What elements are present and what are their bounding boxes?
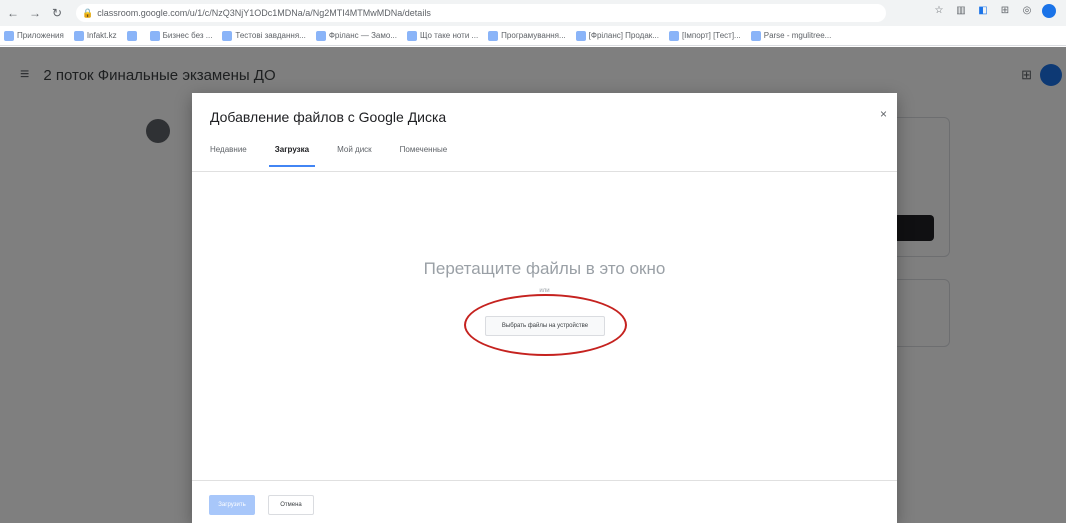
cancel-button[interactable]: Отмена bbox=[268, 495, 314, 515]
bookmark-icon bbox=[575, 30, 586, 41]
extension-icon[interactable]: ◎ bbox=[1020, 4, 1034, 18]
bookmark-item[interactable]: Приложения bbox=[4, 30, 64, 41]
address-bar[interactable]: 🔒 classroom.google.com/u/1/c/NzQ3NjY1ODc… bbox=[76, 4, 886, 22]
picker-tabs: Недавние Загрузка Мой диск Помеченные bbox=[210, 141, 447, 171]
lock-icon: 🔒 bbox=[82, 7, 94, 18]
browser-toolbar: ← → ↻ 🔒 classroom.google.com/u/1/c/NzQ3N… bbox=[0, 0, 1066, 26]
extension-icon[interactable]: ▥ bbox=[954, 4, 968, 18]
bookmark-item[interactable]: Бизнес без ... bbox=[149, 30, 213, 41]
tab-3[interactable]: Мой диск bbox=[337, 141, 372, 171]
reload-icon[interactable]: ↻ bbox=[48, 4, 66, 22]
globe-icon bbox=[126, 30, 137, 41]
github-icon bbox=[750, 30, 761, 41]
apps-icon bbox=[4, 30, 14, 41]
extension-icons: ☆ ▥ ◧ ⊞ ◎ bbox=[932, 4, 1056, 18]
back-icon[interactable]: ← bbox=[4, 4, 22, 22]
drive-picker-dialog: Добавление файлов с Google Диска × Недав… bbox=[192, 93, 897, 523]
bookmark-item[interactable]: Тестові завдання... bbox=[222, 30, 306, 41]
close-icon[interactable]: × bbox=[880, 107, 887, 121]
url-text: classroom.google.com/u/1/c/NzQ3NjY1ODc1M… bbox=[97, 8, 431, 18]
bookmark-icon bbox=[488, 30, 499, 41]
bookmark-icon bbox=[149, 30, 160, 41]
tab-1[interactable]: Недавние bbox=[210, 141, 247, 171]
extension-icon[interactable]: ◧ bbox=[976, 4, 990, 18]
bookmark-label: Приложения bbox=[17, 31, 64, 40]
tab-4[interactable]: Помеченные bbox=[400, 141, 448, 171]
browser-window: ← → ↻ 🔒 classroom.google.com/u/1/c/NzQ3N… bbox=[0, 0, 1066, 523]
extension-icon[interactable]: ⊞ bbox=[998, 4, 1012, 18]
bookmark-label: Бизнес без ... bbox=[162, 31, 213, 40]
bookmark-label: Фріланс — Замо... bbox=[328, 31, 397, 40]
bookmark-icon bbox=[668, 30, 679, 41]
bookmark-label: Програмування... bbox=[501, 31, 566, 40]
bookmarks-bar: Приложения Infakt.kz Бизнес без ... Тестові… bbox=[0, 26, 1066, 46]
bookmark-label: Infakt.kz bbox=[86, 31, 117, 40]
bookmark-item[interactable]: Що таке ноти ... bbox=[407, 30, 479, 41]
bookmark-icon bbox=[407, 30, 417, 41]
drop-zone-text: Перетащите файлы в это окно bbox=[423, 259, 666, 278]
profile-avatar[interactable] bbox=[1042, 4, 1056, 18]
dialog-title: Добавление файлов с Google Диска bbox=[210, 109, 447, 125]
bookmark-label: Parse - mgulitree... bbox=[763, 31, 832, 40]
star-icon[interactable]: ☆ bbox=[932, 4, 946, 18]
bookmark-item[interactable]: Infakt.kz bbox=[73, 30, 117, 41]
divider bbox=[192, 171, 897, 172]
upload-button[interactable]: Загрузить bbox=[209, 495, 255, 515]
bookmark-item[interactable]: Фріланс — Замо... bbox=[315, 30, 397, 41]
bookmark-label: Тестові завдання... bbox=[235, 31, 306, 40]
bookmark-icon bbox=[73, 30, 84, 41]
bookmark-item[interactable]: [Імпорт] [Тест]... bbox=[668, 30, 741, 41]
bookmark-item[interactable]: Програмування... bbox=[488, 30, 566, 41]
tab-2[interactable]: Загрузка bbox=[268, 141, 316, 171]
highlight-annotation bbox=[464, 294, 627, 356]
bookmark-item[interactable] bbox=[126, 30, 140, 41]
bookmark-item[interactable]: Parse - mgulitree... bbox=[750, 30, 832, 41]
bookmark-icon bbox=[315, 30, 326, 41]
bookmark-label: [Фріланс] Продак... bbox=[588, 31, 659, 40]
divider bbox=[192, 480, 897, 481]
bookmark-label: [Імпорт] [Тест]... bbox=[681, 31, 741, 40]
bookmark-label: Що таке ноти ... bbox=[420, 31, 479, 40]
bookmark-icon bbox=[222, 30, 233, 41]
bookmark-item[interactable]: [Фріланс] Продак... bbox=[575, 30, 659, 41]
forward-icon[interactable]: → bbox=[26, 4, 44, 22]
